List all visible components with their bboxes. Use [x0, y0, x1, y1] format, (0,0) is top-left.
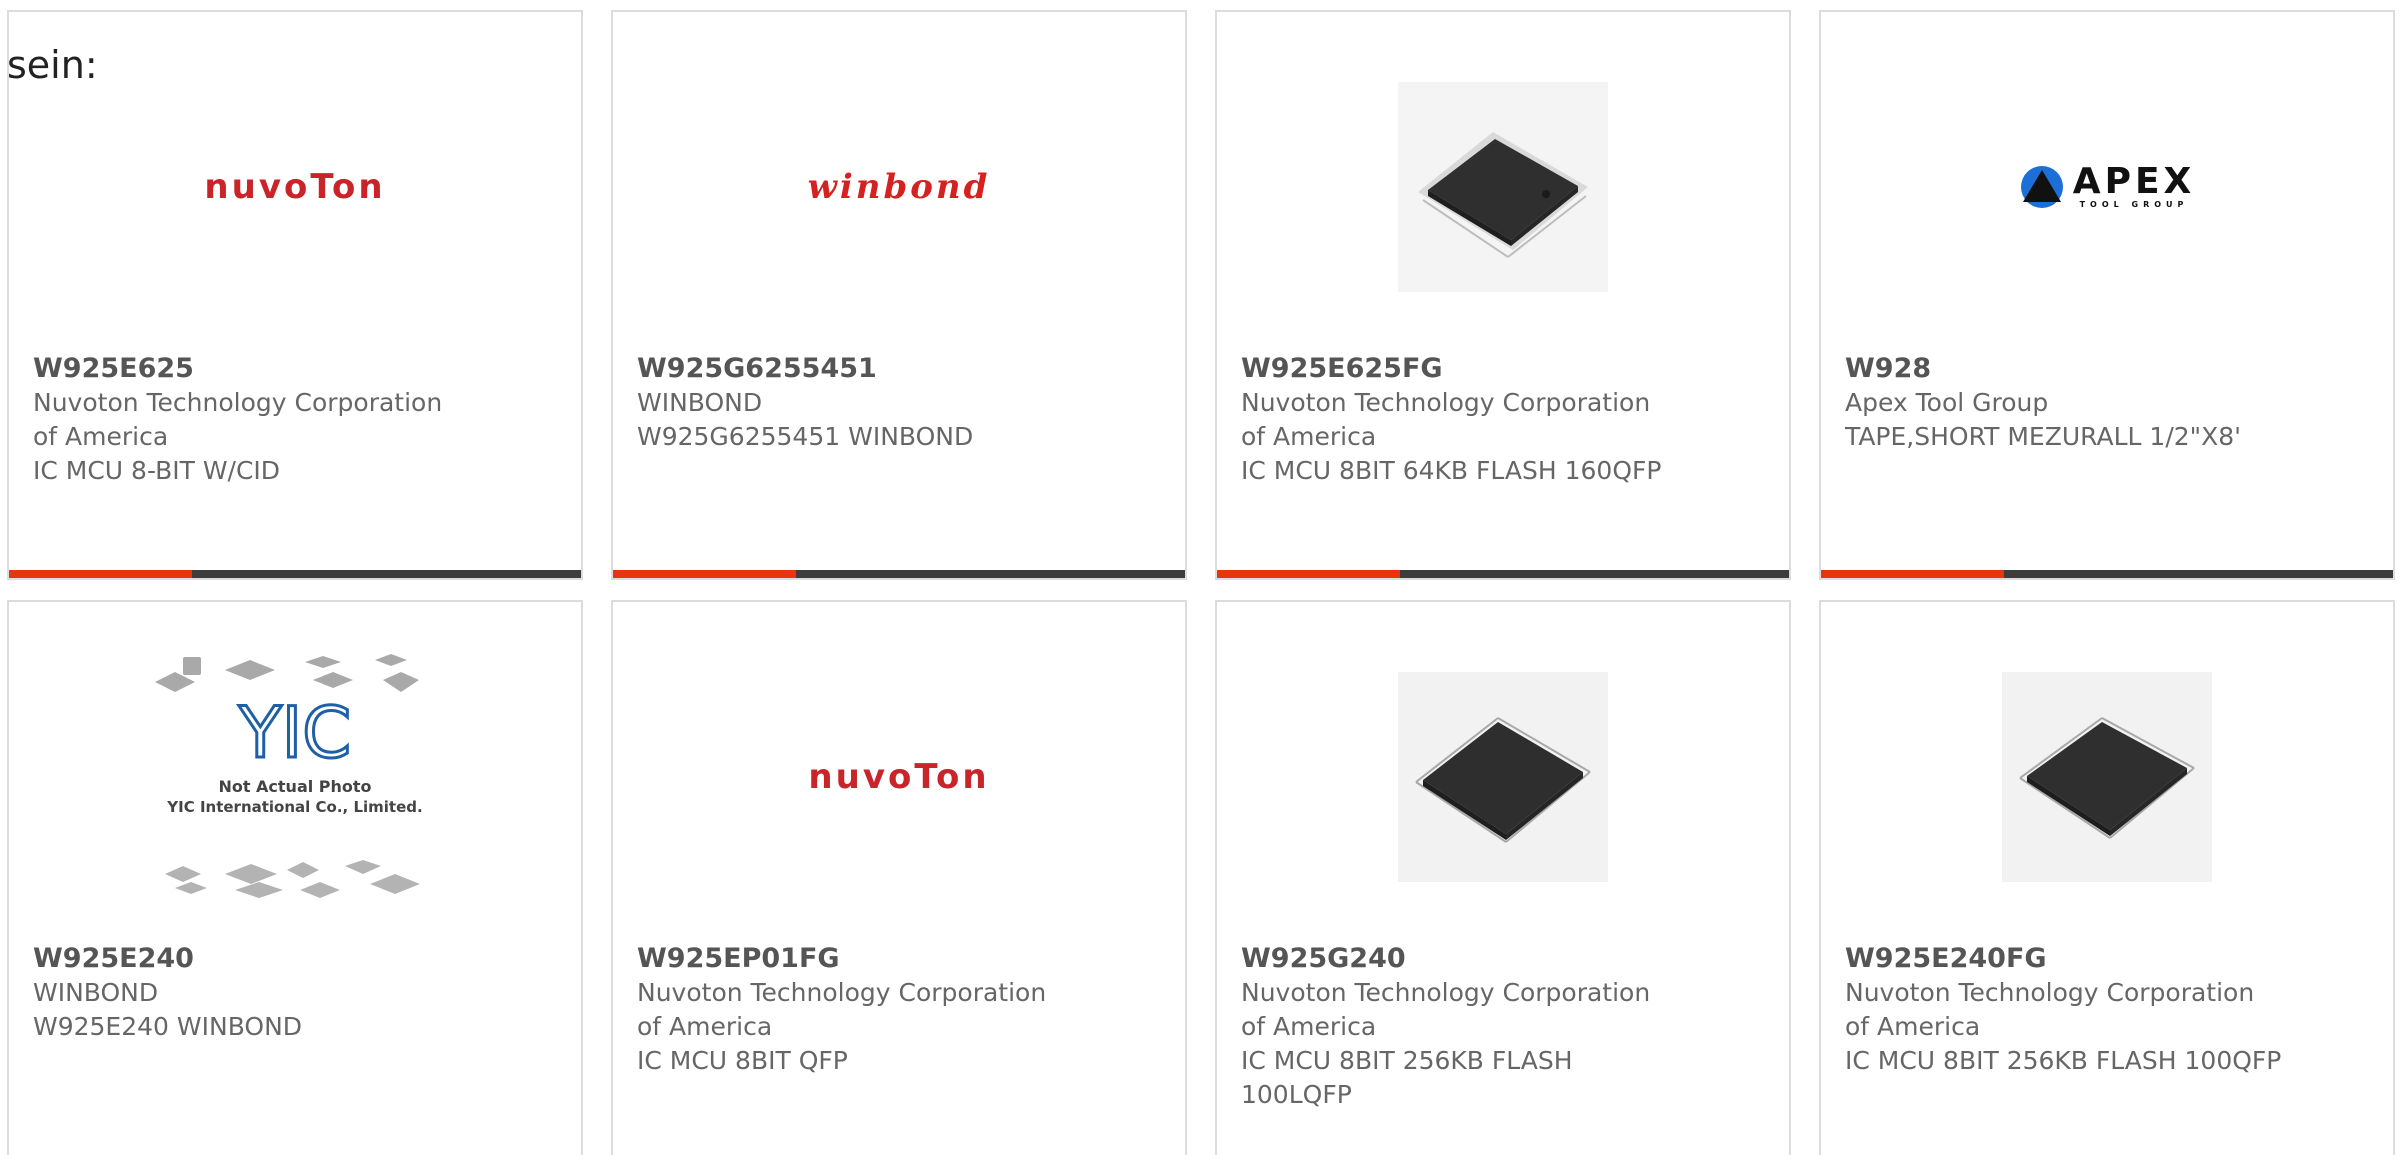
description: IC MCU 8BIT 256KB FLASH 100QFP	[1845, 1046, 2282, 1075]
nuvoton-logo: nuvoTon	[204, 167, 386, 207]
description: IC MCU 8BIT 256KB FLASH 100LQFP	[1241, 1046, 1573, 1109]
apex-logo-text: APEX	[2072, 161, 2196, 202]
qfp-chip-icon	[1398, 82, 1608, 292]
product-image[interactable]: APEX TOOL GROUP	[1821, 62, 2393, 312]
manufacturer: Nuvoton Technology Corporation of Americ…	[1241, 978, 1651, 1041]
description: IC MCU 8-BIT W/CID	[33, 456, 281, 485]
product-image[interactable]: nuvoTon	[9, 62, 581, 312]
product-card[interactable]: APEX TOOL GROUP W928 Apex Tool Group TAP…	[1819, 10, 2395, 580]
product-card[interactable]: W925E625FG Nuvoton Technology Corporatio…	[1215, 10, 1791, 580]
qfp-chip-icon	[2002, 672, 2212, 882]
product-info: W925G240 Nuvoton Technology Corporation …	[1241, 942, 1681, 1112]
part-number-link[interactable]: W925E240	[33, 942, 473, 976]
product-image[interactable]	[1821, 652, 2393, 902]
product-image[interactable]: winbond	[613, 62, 1185, 312]
part-number-link[interactable]: W925E240FG	[1845, 942, 2285, 976]
card-bottom-bar	[1821, 570, 2393, 578]
card-bottom-bar	[1217, 570, 1789, 578]
winbond-logo: winbond	[807, 167, 991, 207]
description: W925G6255451 WINBOND	[637, 422, 974, 451]
part-number-link[interactable]: W925E625	[33, 352, 473, 386]
part-number-link[interactable]: W925EP01FG	[637, 942, 1077, 976]
product-grid-page: sein: nuvoTon W925E625 Nuvoton Technolog…	[0, 0, 2400, 1155]
card-accent	[1821, 570, 2004, 578]
description: W925E240 WINBOND	[33, 1012, 303, 1041]
manufacturer: WINBOND	[33, 978, 159, 1007]
product-card[interactable]: W925G240 Nuvoton Technology Corporation …	[1215, 600, 1791, 1155]
product-info: W925G6255451 WINBOND W925G6255451 WINBON…	[637, 352, 1077, 454]
part-number-link[interactable]: W925E625FG	[1241, 352, 1681, 386]
apex-mark-icon	[2020, 166, 2063, 208]
lqfp-chip-icon	[1398, 672, 1608, 882]
product-card[interactable]: nuvoTon W925E625 Nuvoton Technology Corp…	[7, 10, 583, 580]
product-card[interactable]: YIC Not Actual Photo YIC International C…	[7, 600, 583, 1155]
manufacturer: WINBOND	[637, 388, 763, 417]
apex-logo: APEX TOOL GROUP	[2019, 164, 2196, 210]
yic-placeholder-icon: YIC Not Actual Photo YIC International C…	[155, 654, 423, 898]
nuvoton-logo: nuvoTon	[808, 757, 990, 797]
product-info: W925E240 WINBOND W925E240 WINBOND	[33, 942, 473, 1044]
product-info: W928 Apex Tool Group TAPE,SHORT MEZURALL…	[1845, 352, 2285, 454]
manufacturer: Nuvoton Technology Corporation of Americ…	[1241, 388, 1651, 451]
card-accent	[9, 570, 192, 578]
description: IC MCU 8BIT 64KB FLASH 160QFP	[1241, 456, 1662, 485]
manufacturer: Nuvoton Technology Corporation of Americ…	[1845, 978, 2255, 1041]
placeholder-line2: YIC International Co., Limited.	[166, 798, 422, 816]
product-card[interactable]: nuvoTon W925EP01FG Nuvoton Technology Co…	[611, 600, 1187, 1155]
part-number-link[interactable]: W925G240	[1241, 942, 1681, 976]
manufacturer: Nuvoton Technology Corporation of Americ…	[637, 978, 1047, 1041]
product-info: W925EP01FG Nuvoton Technology Corporatio…	[637, 942, 1077, 1078]
apex-logo-subtext: TOOL GROUP	[2079, 200, 2189, 209]
manufacturer: Nuvoton Technology Corporation of Americ…	[33, 388, 443, 451]
yic-logo-text: YIC	[238, 692, 351, 774]
intro-text: sein:	[7, 43, 98, 87]
product-info: W925E625 Nuvoton Technology Corporation …	[33, 352, 473, 488]
apex-wordmark: APEX TOOL GROUP	[2073, 164, 2196, 210]
product-image[interactable]: YIC Not Actual Photo YIC International C…	[9, 652, 581, 902]
card-bottom-bar	[613, 570, 1185, 578]
product-card[interactable]: winbond W925G6255451 WINBOND W925G625545…	[611, 10, 1187, 580]
product-info: W925E240FG Nuvoton Technology Corporatio…	[1845, 942, 2285, 1078]
product-image[interactable]	[1217, 652, 1789, 902]
product-image[interactable]: nuvoTon	[613, 652, 1185, 902]
placeholder-line1: Not Actual Photo	[218, 777, 371, 796]
description: IC MCU 8BIT QFP	[637, 1046, 848, 1075]
product-image[interactable]	[1217, 62, 1789, 312]
product-info: W925E625FG Nuvoton Technology Corporatio…	[1241, 352, 1681, 488]
manufacturer: Apex Tool Group	[1845, 388, 2049, 417]
part-number-link[interactable]: W928	[1845, 352, 2285, 386]
description: TAPE,SHORT MEZURALL 1/2"X8'	[1845, 422, 2242, 451]
card-bottom-bar	[9, 570, 581, 578]
card-accent	[1217, 570, 1400, 578]
product-card[interactable]: W925E240FG Nuvoton Technology Corporatio…	[1819, 600, 2395, 1155]
product-grid: nuvoTon W925E625 Nuvoton Technology Corp…	[0, 0, 2400, 1155]
part-number-link[interactable]: W925G6255451	[637, 352, 1077, 386]
card-accent	[613, 570, 796, 578]
